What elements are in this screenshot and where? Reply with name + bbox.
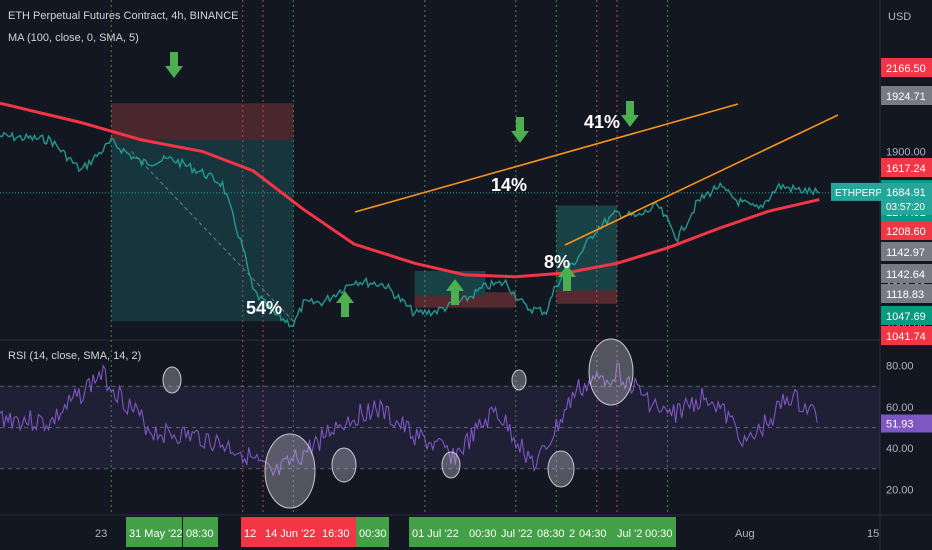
current-countdown: 03:57:20 xyxy=(886,202,925,213)
date-label: 31 May '22 xyxy=(126,517,182,547)
date-label: Jul '22 xyxy=(498,517,534,547)
date-label: 2 xyxy=(566,517,576,547)
price-label: 1041.74 xyxy=(881,326,932,345)
rsi-highlight-circle xyxy=(511,369,527,391)
current-price-badge: ETHPERP 1684.91 03:57:20 xyxy=(831,182,932,215)
date-label: 16:30 xyxy=(319,517,356,547)
price-label-text: 1142.64 xyxy=(886,269,925,281)
rsi-tick: 40.00 xyxy=(886,443,914,455)
rsi-current-value: 51.93 xyxy=(886,419,914,431)
time-tick: Aug xyxy=(735,528,755,540)
price-label-text: 1924.71 xyxy=(886,91,926,103)
price-label: 1924.71 xyxy=(881,86,932,105)
date-label-text: 16:30 xyxy=(322,528,350,540)
date-label: 14 Jun '22 xyxy=(262,517,319,547)
price-tick: 1900.00 xyxy=(886,146,926,158)
trendline-lower xyxy=(564,114,839,246)
price-label: 1142.97 xyxy=(881,242,932,261)
date-label-text: 00:30 xyxy=(359,528,387,540)
rsi-highlight-circle xyxy=(264,433,316,509)
rsi-current-badge: 51.93 xyxy=(881,414,932,433)
price-label-text: 2166.50 xyxy=(886,63,926,75)
arrow-down-icon xyxy=(165,52,183,78)
date-label: 04:30 xyxy=(576,517,614,547)
time-tick: 23 xyxy=(95,528,107,540)
rsi-highlight-circle xyxy=(588,338,634,406)
date-label: 01 Jul '22 xyxy=(409,517,466,547)
price-label-text: 1118.83 xyxy=(886,289,924,301)
date-label: 00:30 xyxy=(642,517,676,547)
arrow-down-icon xyxy=(511,117,529,143)
rsi-tick: 20.00 xyxy=(886,484,914,496)
price-label: 1118.83 xyxy=(881,284,932,303)
date-label: 08:30 xyxy=(183,517,218,547)
annotation-label: 54% xyxy=(246,298,282,318)
date-label-text: 01 Jul '22 xyxy=(412,528,459,540)
rsi-tick: 60.00 xyxy=(886,402,914,414)
position-target-zone xyxy=(111,139,294,322)
annotation-label: 8% xyxy=(544,252,570,272)
current-symbol: ETHPERP xyxy=(835,188,883,199)
chart-canvas[interactable]: 54%14%41%8%USD2350.001900.001600.001400.… xyxy=(0,0,932,550)
date-label: 12 xyxy=(241,517,262,547)
date-label-text: Jul '22 xyxy=(501,528,532,540)
date-label-text: 04:30 xyxy=(579,528,607,540)
annotation-label: 41% xyxy=(584,112,620,132)
price-label-text: 1041.74 xyxy=(886,331,926,343)
date-label: 08:30 xyxy=(534,517,566,547)
price-label: 1142.64 xyxy=(881,264,932,283)
arrow-down-icon xyxy=(621,101,639,127)
date-label-text: 2 xyxy=(569,528,575,540)
price-label: 2166.50 xyxy=(881,58,932,77)
price-label-text: 1047.69 xyxy=(886,311,926,323)
time-tick: 15 xyxy=(867,528,879,540)
date-label-text: 14 Jun '22 xyxy=(265,528,315,540)
price-label: 1208.60 xyxy=(881,221,932,240)
rsi-highlight-circle xyxy=(162,366,182,394)
rsi-highlight-circle xyxy=(441,451,461,479)
arrow-up-icon xyxy=(336,291,354,317)
date-label: 00:30 xyxy=(466,517,498,547)
date-label-text: 12 xyxy=(244,528,256,540)
date-label-text: 31 May '22 xyxy=(129,528,182,540)
price-label-text: 1617.24 xyxy=(886,163,926,175)
date-label-text: 08:30 xyxy=(537,528,565,540)
position-box-41-stop xyxy=(556,290,618,304)
rsi-highlight-circle xyxy=(547,450,575,488)
price-label-text: 1208.60 xyxy=(886,226,926,238)
current-price: 1684.91 xyxy=(886,187,926,199)
price-label-text: 1142.97 xyxy=(886,247,925,259)
date-label-text: 00:30 xyxy=(645,528,673,540)
currency-label: USD xyxy=(888,11,911,23)
date-label-text: 08:30 xyxy=(186,528,214,540)
position-stop-zone xyxy=(111,103,294,140)
trendline-upper xyxy=(354,103,739,213)
date-label-text: 00:30 xyxy=(469,528,497,540)
rsi-highlight-circle xyxy=(331,447,357,483)
price-label: 1617.24 xyxy=(881,158,932,177)
price-label: 1047.69 xyxy=(881,306,932,325)
rsi-tick: 80.00 xyxy=(886,361,914,373)
annotation-label: 14% xyxy=(491,175,527,195)
date-label: 00:30 xyxy=(356,517,389,547)
